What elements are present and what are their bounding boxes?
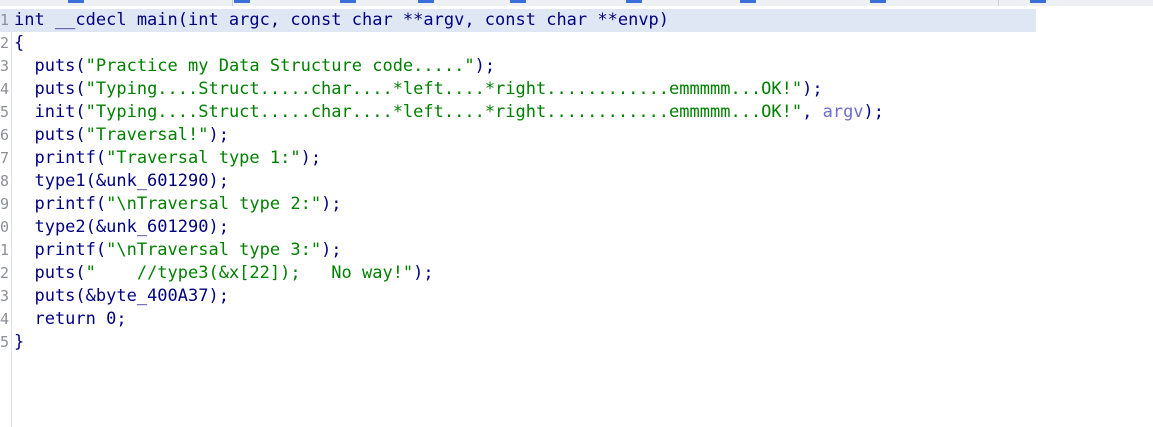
code-text[interactable]: puts("Traversal!");: [14, 124, 229, 147]
string-literal: "\nTraversal type 2:": [106, 194, 322, 214]
code-line[interactable]: 8 type1(&unk_601290);: [0, 170, 1153, 193]
code-token: );: [802, 79, 823, 99]
code-line[interactable]: 13 puts(&byte_400A37);: [0, 285, 1153, 308]
code-text[interactable]: type1(&unk_601290);: [14, 170, 229, 193]
line-number: 2: [0, 34, 9, 52]
code-line[interactable]: 15}: [0, 331, 1153, 354]
code-token: type2(&unk_601290);: [14, 217, 229, 237]
code-line[interactable]: 11 printf("\nTraversal type 3:");: [0, 239, 1153, 262]
code-token: puts(: [14, 125, 86, 145]
code-text[interactable]: init("Typing....Struct.....char....*left…: [14, 101, 884, 124]
tab-marker[interactable]: [1030, 0, 1046, 3]
variable-name: argv: [822, 102, 864, 122]
string-literal: "Traversal type 1:": [106, 148, 301, 168]
tab-marker[interactable]: [340, 0, 356, 3]
code-text[interactable]: {: [14, 32, 24, 55]
code-text[interactable]: puts(&byte_400A37);: [14, 285, 229, 308]
code-token: printf(: [14, 240, 107, 260]
tab-marker[interactable]: [740, 0, 756, 3]
line-number: 6: [0, 126, 9, 144]
code-token: puts(&byte_400A37);: [14, 286, 229, 306]
code-token: puts(: [14, 56, 86, 76]
string-literal: "Typing....Struct.....char....*left....*…: [85, 102, 803, 122]
line-number: 3: [0, 57, 9, 75]
code-token: );: [208, 125, 229, 145]
line-number: 4: [0, 80, 9, 98]
code-line[interactable]: 1 int __cdecl main(int argc, const char *…: [0, 9, 1036, 32]
line-number: 15: [0, 333, 9, 351]
line-number: 8: [0, 172, 9, 190]
tab-marker[interactable]: [418, 0, 434, 3]
string-literal: "Typing....Struct.....char....*left....*…: [85, 79, 803, 99]
line-number: 11: [0, 241, 9, 259]
tab-marker[interactable]: [234, 0, 250, 3]
code-line[interactable]: 4 puts("Typing....Struct.....char....*le…: [0, 78, 1153, 101]
string-literal: " //type3(&x[22]); No way!": [85, 263, 414, 283]
code-text[interactable]: puts("Typing....Struct.....char....*left…: [14, 78, 823, 101]
code-token: );: [413, 263, 434, 283]
line-number: 9: [0, 195, 9, 213]
line-number: 14: [0, 310, 9, 328]
tab-marker[interactable]: [870, 0, 886, 3]
line-number: 13: [0, 287, 9, 305]
code-token: );: [474, 56, 496, 76]
tab-bar: [0, 0, 1153, 6]
code-token: return 0;: [14, 309, 127, 329]
code-token: );: [321, 240, 342, 260]
line-number: 7: [0, 149, 9, 167]
code-token: printf(: [14, 148, 107, 168]
code-text[interactable]: type2(&unk_601290);: [14, 216, 229, 239]
code-token: puts(: [14, 263, 86, 283]
pseudocode-editor[interactable]: 1 int __cdecl main(int argc, const char *…: [0, 9, 1153, 354]
code-line[interactable]: 6 puts("Traversal!");: [0, 124, 1153, 147]
code-text[interactable]: printf("\nTraversal type 2:");: [14, 193, 342, 216]
code-token: }: [14, 332, 25, 352]
code-text[interactable]: int __cdecl main(int argc, const char **…: [14, 9, 669, 32]
tab-marker[interactable]: [68, 0, 84, 3]
code-token: int __cdecl main(int argc, const char **…: [14, 10, 670, 30]
code-token: );: [321, 194, 342, 214]
code-text[interactable]: return 0;: [14, 308, 127, 331]
tab-separator: [232, 0, 233, 6]
code-text[interactable]: }: [14, 331, 24, 354]
code-text[interactable]: puts("Practice my Data Structure code...…: [14, 55, 495, 78]
line-number: 10: [0, 218, 9, 236]
code-text[interactable]: printf("\nTraversal type 3:");: [14, 239, 342, 262]
code-token: );: [863, 102, 885, 122]
tab-marker[interactable]: [510, 0, 526, 3]
tab-separator: [998, 0, 999, 6]
code-text[interactable]: printf("Traversal type 1:");: [14, 147, 321, 170]
code-token: ,: [802, 102, 823, 122]
code-line[interactable]: 3 puts("Practice my Data Structure code.…: [0, 55, 1153, 78]
string-literal: "\nTraversal type 3:": [106, 240, 322, 260]
code-token: type1(&unk_601290);: [14, 171, 229, 191]
code-line[interactable]: 9 printf("\nTraversal type 2:");: [0, 193, 1153, 216]
code-line[interactable]: 10 type2(&unk_601290);: [0, 216, 1153, 239]
code-line[interactable]: 14 return 0;: [0, 308, 1153, 331]
code-line[interactable]: 12 puts(" //type3(&x[22]); No way!");: [0, 262, 1153, 285]
code-token: );: [300, 148, 322, 168]
line-number: 1: [0, 11, 9, 29]
code-token: init(: [14, 102, 86, 122]
code-line[interactable]: 7 printf("Traversal type 1:");: [0, 147, 1153, 170]
line-number: 5: [0, 103, 9, 121]
code-text[interactable]: puts(" //type3(&x[22]); No way!");: [14, 262, 434, 285]
string-literal: "Traversal!": [85, 125, 209, 145]
code-line[interactable]: 5 init("Typing....Struct.....char....*le…: [0, 101, 1153, 124]
code-token: printf(: [14, 194, 107, 214]
code-token: puts(: [14, 79, 86, 99]
code-token: {: [14, 33, 25, 53]
code-line[interactable]: 2{: [0, 32, 1153, 55]
string-literal: "Practice my Data Structure code.....": [85, 56, 475, 76]
line-number: 12: [0, 264, 9, 282]
tab-marker[interactable]: [626, 0, 642, 3]
